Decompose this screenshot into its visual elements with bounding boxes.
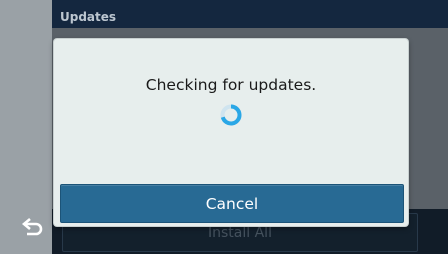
update-check-dialog: Checking for updates. Cancel [54,39,408,226]
cancel-button[interactable]: Cancel [60,184,404,223]
loading-spinner-icon [220,104,242,126]
dialog-message: Checking for updates. [145,76,317,94]
